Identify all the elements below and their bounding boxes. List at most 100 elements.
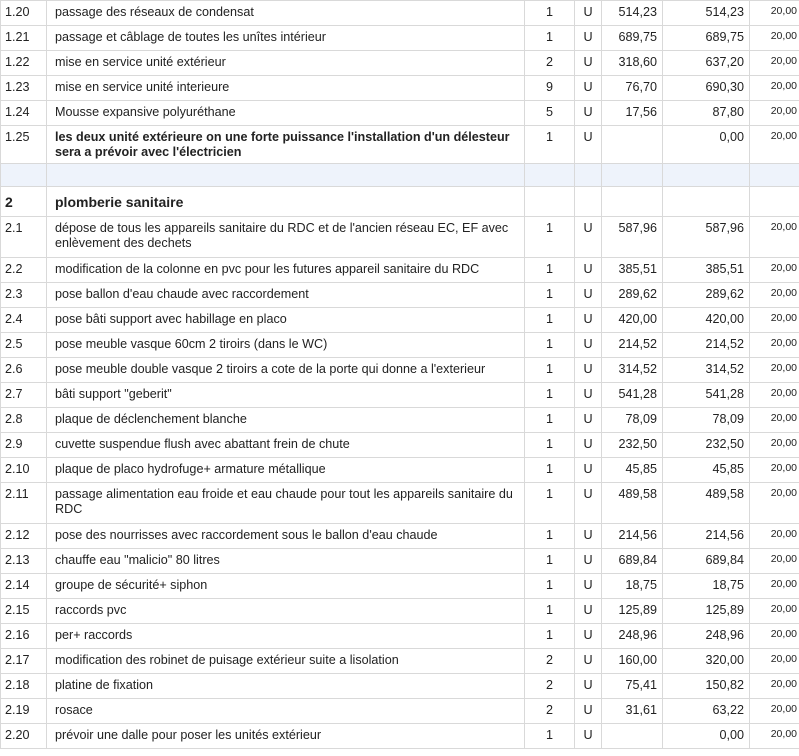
table-row: 2.2 modification de la colonne en pvc pou… bbox=[0, 257, 799, 283]
table-row: 2.19 rosace 2 U 31,61 63,22 20,00 bbox=[0, 698, 799, 724]
table-row: 1.20 passage des réseaux de condensat 1 U 51… bbox=[0, 0, 799, 26]
description-cell: modification de la colonne en pvc pour l… bbox=[46, 257, 525, 283]
unit-price-cell: 289,62 bbox=[601, 282, 663, 308]
item-number-cell: 2.17 bbox=[0, 648, 47, 674]
quantity-cell: 1 bbox=[524, 357, 575, 383]
spacer-row bbox=[0, 163, 799, 187]
vat-rate-cell: 20,00 bbox=[749, 648, 799, 674]
description-cell: plaque de placo hydrofuge+ armature méta… bbox=[46, 457, 525, 483]
description-cell: dépose de tous les appareils sanitaire d… bbox=[46, 216, 525, 258]
vat-rate-cell: 20,00 bbox=[749, 100, 799, 126]
unit-price-cell: 420,00 bbox=[601, 307, 663, 333]
section-empty-cell bbox=[574, 186, 602, 217]
item-number-cell: 2.18 bbox=[0, 673, 47, 699]
vat-rate-cell: 20,00 bbox=[749, 432, 799, 458]
spacer-cell bbox=[46, 163, 525, 187]
unit-cell: U bbox=[574, 282, 602, 308]
item-number-cell: 2.2 bbox=[0, 257, 47, 283]
total-cell: 87,80 bbox=[662, 100, 750, 126]
unit-price-cell: 31,61 bbox=[601, 698, 663, 724]
unit-price-cell: 45,85 bbox=[601, 457, 663, 483]
unit-price-cell: 248,96 bbox=[601, 623, 663, 649]
table-row: 2.6 pose meuble double vasque 2 tiroirs a… bbox=[0, 357, 799, 383]
total-cell: 420,00 bbox=[662, 307, 750, 333]
table-row: 2.1 dépose de tous les appareils sanitair… bbox=[0, 216, 799, 258]
item-number-cell: 2.8 bbox=[0, 407, 47, 433]
description-cell: Mousse expansive polyuréthane bbox=[46, 100, 525, 126]
vat-rate-cell: 20,00 bbox=[749, 698, 799, 724]
item-number-cell: 2.3 bbox=[0, 282, 47, 308]
unit-price-cell: 489,58 bbox=[601, 482, 663, 524]
unit-cell: U bbox=[574, 382, 602, 408]
quantity-cell: 1 bbox=[524, 573, 575, 599]
description-cell: platine de fixation bbox=[46, 673, 525, 699]
item-number-cell: 1.22 bbox=[0, 50, 47, 76]
spacer-cell bbox=[574, 163, 602, 187]
quantity-cell: 9 bbox=[524, 75, 575, 101]
quantity-cell: 1 bbox=[524, 25, 575, 51]
vat-rate-cell: 20,00 bbox=[749, 282, 799, 308]
unit-price-cell: 232,50 bbox=[601, 432, 663, 458]
vat-rate-cell: 20,00 bbox=[749, 482, 799, 524]
item-number-cell: 2.5 bbox=[0, 332, 47, 358]
description-cell: mise en service unité interieure bbox=[46, 75, 525, 101]
section-empty-cell bbox=[524, 186, 575, 217]
vat-rate-cell: 20,00 bbox=[749, 598, 799, 624]
quantity-cell: 1 bbox=[524, 332, 575, 358]
total-cell: 232,50 bbox=[662, 432, 750, 458]
unit-cell: U bbox=[574, 723, 602, 749]
vat-rate-cell: 20,00 bbox=[749, 332, 799, 358]
description-cell: pose ballon d'eau chaude avec raccordeme… bbox=[46, 282, 525, 308]
quantity-cell: 1 bbox=[524, 407, 575, 433]
total-cell: 289,62 bbox=[662, 282, 750, 308]
total-cell: 18,75 bbox=[662, 573, 750, 599]
table-row: 2.15 raccords pvc 1 U 125,89 125,89 20,00 bbox=[0, 598, 799, 624]
vat-rate-cell: 20,00 bbox=[749, 382, 799, 408]
unit-cell: U bbox=[574, 407, 602, 433]
total-cell: 489,58 bbox=[662, 482, 750, 524]
unit-price-cell: 18,75 bbox=[601, 573, 663, 599]
unit-cell: U bbox=[574, 432, 602, 458]
description-cell: per+ raccords bbox=[46, 623, 525, 649]
item-number-cell: 1.21 bbox=[0, 25, 47, 51]
section-empty-cell bbox=[601, 186, 663, 217]
quantity-cell: 1 bbox=[524, 523, 575, 549]
section-empty-cell bbox=[662, 186, 750, 217]
table-row: 1.25 les deux unité extérieure on une for… bbox=[0, 125, 799, 164]
total-cell: 689,75 bbox=[662, 25, 750, 51]
table-row: 2.11 passage alimentation eau froide et e… bbox=[0, 482, 799, 524]
item-number-cell: 2.9 bbox=[0, 432, 47, 458]
spacer-cell bbox=[524, 163, 575, 187]
unit-price-cell bbox=[601, 723, 663, 749]
description-cell: les deux unité extérieure on une forte p… bbox=[46, 125, 525, 164]
unit-cell: U bbox=[574, 357, 602, 383]
unit-cell: U bbox=[574, 623, 602, 649]
item-number-cell: 2.13 bbox=[0, 548, 47, 574]
spacer-cell bbox=[601, 163, 663, 187]
vat-rate-cell: 20,00 bbox=[749, 623, 799, 649]
unit-cell: U bbox=[574, 523, 602, 549]
spacer-cell bbox=[749, 163, 799, 187]
quantity-cell: 1 bbox=[524, 457, 575, 483]
table-row: 1.24 Mousse expansive polyuréthane 5 U 17,56… bbox=[0, 100, 799, 126]
unit-cell: U bbox=[574, 307, 602, 333]
unit-price-cell: 214,56 bbox=[601, 523, 663, 549]
unit-cell: U bbox=[574, 50, 602, 76]
unit-price-cell: 76,70 bbox=[601, 75, 663, 101]
spacer-cell bbox=[662, 163, 750, 187]
quantity-cell: 1 bbox=[524, 125, 575, 164]
quantity-cell: 2 bbox=[524, 698, 575, 724]
quantity-cell: 1 bbox=[524, 548, 575, 574]
quantity-cell: 1 bbox=[524, 598, 575, 624]
unit-cell: U bbox=[574, 125, 602, 164]
item-number-cell: 2.7 bbox=[0, 382, 47, 408]
table-row: 2.20 prévoir une dalle pour poser les uni… bbox=[0, 723, 799, 749]
unit-cell: U bbox=[574, 332, 602, 358]
total-cell: 150,82 bbox=[662, 673, 750, 699]
unit-price-cell: 587,96 bbox=[601, 216, 663, 258]
unit-price-cell: 314,52 bbox=[601, 357, 663, 383]
unit-price-cell: 78,09 bbox=[601, 407, 663, 433]
description-cell: passage des réseaux de condensat bbox=[46, 0, 525, 26]
table-row: 2.12 pose des nourrisses avec raccordemen… bbox=[0, 523, 799, 549]
total-cell: 689,84 bbox=[662, 548, 750, 574]
